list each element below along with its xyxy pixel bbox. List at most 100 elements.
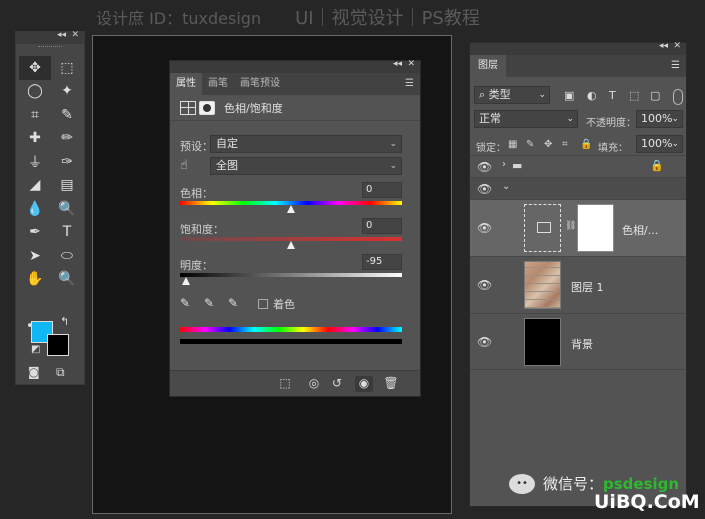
dodge-icon[interactable]: 🔍 [51,197,83,221]
blur-icon[interactable]: 💧 [19,197,51,221]
preset-value: 自定 [216,137,238,150]
blend-mode-value: 正常 [479,112,501,125]
lightness-slider-thumb[interactable] [181,277,190,285]
healing-icon[interactable]: ✚ [19,127,51,151]
fill-input[interactable]: 100% ⌄ [636,135,683,153]
tab-brush[interactable]: 画笔 [202,73,234,95]
eyedropper-icon[interactable]: ✎ [51,103,83,127]
eye-icon[interactable]: 👁 [477,221,492,235]
collapse-icon[interactable]: ◂◂ [659,41,668,51]
collapse-icon[interactable]: ◂◂ [393,59,402,69]
crop-icon[interactable]: ⌗ [19,103,51,127]
checkbox-box[interactable] [258,299,268,309]
opacity-value: 100% [641,112,673,125]
hue-input[interactable]: 0 [362,182,402,198]
background-color-swatch[interactable] [47,334,69,356]
lightness-input[interactable]: -95 [362,254,402,270]
eyedropper-subtract-icon[interactable]: ✎ [228,296,238,310]
saturation-slider-thumb[interactable] [287,241,295,249]
zoom-icon[interactable]: 🔍 [51,268,83,292]
path-select-icon[interactable]: ➤ [19,244,51,268]
magic-wand-icon[interactable]: ✦ [51,80,83,104]
eye-icon[interactable]: 👁 [477,182,492,196]
preset-select[interactable]: 自定 ⌄ [210,135,402,153]
layer-row-adjustment[interactable]: 👁 ⛓ 色相/... [470,199,686,256]
layers-panel: ◂◂ ✕ 图层 ☰ ⌕ 类型 ⌄ ▣ ◐ T ⬚ ▢ 正常 ⌄ 不透明度： 100%… [469,41,687,507]
fill-value: 100% [641,137,673,150]
filter-toggle[interactable] [673,89,683,105]
lock-transparent-icon[interactable]: ▦ [508,139,517,150]
lock-position-icon[interactable]: ✥ [544,139,552,150]
opacity-input[interactable]: 100% ⌄ [636,110,683,128]
marquee-icon[interactable]: ⬚ [51,56,83,80]
filter-shape-icon[interactable]: ⬚ [629,89,639,102]
eye-icon[interactable]: 👁 [477,278,492,292]
panel-grip[interactable] [38,46,62,52]
filter-smart-object-icon[interactable]: ▢ [650,89,660,102]
layer-row-image[interactable]: 👁 图层 1 [470,256,686,313]
close-icon[interactable]: ✕ [71,30,79,40]
layer-group-row[interactable]: 👁 › ▬ 🔒 [470,155,686,177]
chevron-right-icon[interactable]: › [502,159,506,170]
history-brush-icon[interactable]: ✑ [51,150,83,174]
panel-menu-icon[interactable]: ☰ [405,78,414,89]
layers-panel-header[interactable]: ◂◂ ✕ [470,41,686,55]
filter-pixel-icon[interactable]: ▣ [564,89,574,102]
saturation-input[interactable]: 0 [362,218,402,234]
view-previous-icon[interactable]: ◎ [305,376,323,392]
filter-type-icon[interactable]: T [609,89,616,102]
layer-group-row-open[interactable]: 👁 ⌄ [470,177,686,199]
mask-thumbnail[interactable] [577,204,614,252]
lock-pixels-icon[interactable]: ✎ [526,139,534,150]
lock-artboard-icon[interactable]: ⌗ [562,139,568,150]
layer-row-background[interactable]: 👁 背景 [470,313,686,370]
properties-panel-header[interactable]: ◂◂ ✕ [170,59,420,73]
blend-mode-select[interactable]: 正常 ⌄ [474,110,578,128]
lock-all-icon[interactable]: 🔒 [580,139,592,150]
swap-colors-icon[interactable]: ↰ [60,315,69,328]
close-icon[interactable]: ✕ [407,59,415,69]
link-icon[interactable]: ⛓ [565,221,576,231]
chevron-down-icon: ⌄ [671,114,679,124]
default-colors-icon[interactable]: ◩ [31,344,40,355]
layer-filter-select[interactable]: ⌕ 类型 ⌄ [474,86,550,104]
move-icon[interactable]: ✥ [19,56,51,80]
pen-icon[interactable]: ✒ [19,221,51,245]
lasso-icon[interactable]: ◯ [19,80,51,104]
close-icon[interactable]: ✕ [673,41,681,51]
mask-icon[interactable] [199,100,215,115]
filter-adjustment-icon[interactable]: ◐ [587,89,597,102]
collapse-icon[interactable]: ◂◂ [57,30,66,40]
eraser-icon[interactable]: ◢ [19,174,51,198]
clip-to-layer-icon[interactable]: ⬚ [276,376,294,392]
chevron-down-icon[interactable]: ⌄ [502,181,510,192]
quick-mask-icon[interactable]: ◙ [28,365,40,379]
type-icon[interactable]: T [51,221,83,245]
delete-icon[interactable]: 🗑 [382,376,400,392]
hand-icon[interactable]: ✋ [19,268,51,292]
eyedropper-icon[interactable]: ✎ [180,296,190,310]
channel-select[interactable]: 全图 ⌄ [210,157,402,175]
tab-brush-presets[interactable]: 画笔预设 [234,73,286,95]
adjustment-icon[interactable] [180,100,196,115]
screen-mode-icon[interactable]: ⧉ [56,365,65,380]
visibility-icon[interactable]: ◉ [355,376,373,392]
hue-slider-thumb[interactable] [287,205,295,213]
chevron-down-icon: ⌄ [671,139,679,149]
colorize-checkbox[interactable]: 着色 [258,296,295,312]
gradient-icon[interactable]: ▤ [51,174,83,198]
lightness-slider-track[interactable] [180,273,402,277]
reset-icon[interactable]: ↺ [328,376,346,392]
eye-icon[interactable]: 👁 [477,335,492,349]
eyedropper-add-icon[interactable]: ✎ [204,296,214,310]
tab-properties[interactable]: 属性 [170,73,202,95]
panel-menu-icon[interactable]: ☰ [671,60,680,71]
eye-icon[interactable]: 👁 [477,160,492,174]
stamp-icon[interactable]: ⏚ [19,150,51,174]
tools-panel-header[interactable]: ◂◂ ✕ [16,30,84,44]
watermark-right: UI｜视觉设计｜PS教程 [295,8,480,29]
brush-icon[interactable]: ✏ [51,127,83,151]
ellipse-icon[interactable]: ⬭ [51,244,83,268]
targeted-adjustment-icon[interactable]: ☝ [180,158,188,173]
tab-layers[interactable]: 图层 [470,55,506,77]
